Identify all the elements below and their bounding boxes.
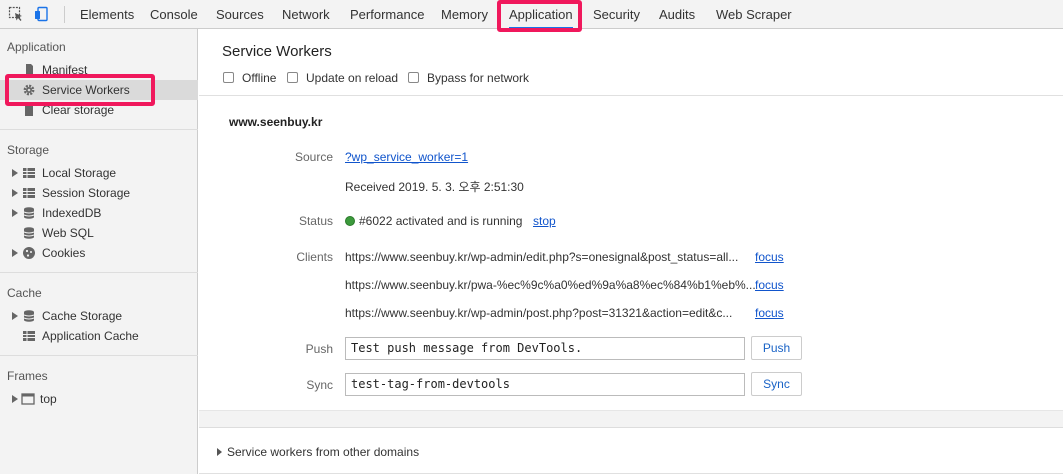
expand-arrow-icon[interactable] <box>12 249 18 257</box>
sidebar-item-web-sql[interactable]: Web SQL <box>0 223 198 243</box>
sidebar-item-service-workers[interactable]: Service Workers <box>0 80 198 100</box>
sidebar-item-session-storage[interactable]: Session Storage <box>0 183 198 203</box>
service-workers-panel: Service Workers Offline Update on reload… <box>199 29 1063 474</box>
section-title-frames: Frames <box>7 369 48 383</box>
checkbox-icon[interactable] <box>287 72 298 83</box>
sidebar-item-cache-storage[interactable]: Cache Storage <box>0 306 198 326</box>
tab-network[interactable]: Network <box>282 0 330 29</box>
checkbox-label: Update on reload <box>306 71 399 85</box>
other-domains-toggle[interactable]: Service workers from other domains <box>217 445 419 459</box>
divider <box>199 95 1063 96</box>
section-divider <box>0 355 198 356</box>
expand-arrow-icon[interactable] <box>217 448 222 456</box>
offline-checkbox[interactable]: Offline <box>223 71 276 85</box>
cookie-icon <box>22 246 36 260</box>
status-running-icon <box>345 216 355 226</box>
client-url: https://www.seenbuy.kr/pwa-%ec%9c%a0%ed%… <box>345 278 756 292</box>
sidebar-item-cookies[interactable]: Cookies <box>0 243 198 263</box>
tab-audits[interactable]: Audits <box>659 0 695 29</box>
file-icon <box>22 63 36 77</box>
page-title: Service Workers <box>222 43 332 60</box>
sidebar-item-label: IndexedDB <box>42 206 102 220</box>
worker-domain: www.seenbuy.kr <box>229 115 323 129</box>
sidebar-item-local-storage[interactable]: Local Storage <box>0 163 198 183</box>
sidebar-item-label: Cookies <box>42 246 86 260</box>
inspect-element-icon[interactable] <box>8 6 24 22</box>
bypass-for-network-checkbox[interactable]: Bypass for network <box>408 71 529 85</box>
sidebar-item-clear-storage[interactable]: Clear storage <box>0 100 198 120</box>
sidebar-item-label: Cache Storage <box>42 309 123 323</box>
status-value: #6022 activated and is running <box>345 214 522 228</box>
device-toolbar-icon[interactable] <box>34 6 50 22</box>
status-label: Status <box>298 214 333 228</box>
sidebar-item-label: Manifest <box>42 63 88 77</box>
grid-icon <box>22 166 36 180</box>
expand-arrow-icon[interactable] <box>12 209 18 217</box>
toolbar-separator <box>64 6 65 23</box>
sync-label: Sync <box>306 378 333 392</box>
focus-link[interactable]: focus <box>755 250 784 264</box>
sidebar-item-label: Session Storage <box>42 186 131 200</box>
checkbox-icon[interactable] <box>223 72 234 83</box>
other-domains-label: Service workers from other domains <box>227 445 420 459</box>
expand-arrow-icon[interactable] <box>12 395 18 403</box>
section-title-storage: Storage <box>7 143 50 157</box>
section-title-application: Application <box>7 40 66 54</box>
stop-link[interactable]: stop <box>533 214 556 228</box>
received-timestamp: Received 2019. 5. 3. 오후 2:51:30 <box>345 180 524 194</box>
checkbox-label: Bypass for network <box>427 71 530 85</box>
push-button[interactable]: Push <box>751 336 802 360</box>
client-url: https://www.seenbuy.kr/wp-admin/post.php… <box>345 306 733 320</box>
sync-button[interactable]: Sync <box>751 372 802 396</box>
update-on-reload-checkbox[interactable]: Update on reload <box>287 71 398 85</box>
database-icon <box>22 226 36 240</box>
push-label: Push <box>305 342 333 356</box>
sidebar-item-frame-top[interactable]: top <box>0 389 198 409</box>
tab-security[interactable]: Security <box>593 0 640 29</box>
expand-arrow-icon[interactable] <box>12 189 18 197</box>
sidebar-item-label: top <box>40 392 57 406</box>
client-url: https://www.seenbuy.kr/wp-admin/edit.php… <box>345 250 739 264</box>
clients-label: Clients <box>296 250 333 264</box>
devtools-toolbar: Elements Console Sources Network Perform… <box>0 0 1063 29</box>
sidebar-item-label: Application Cache <box>42 329 139 343</box>
grid-icon <box>22 329 36 343</box>
focus-link[interactable]: focus <box>755 278 784 292</box>
database-icon <box>22 206 36 220</box>
sync-input[interactable]: test-tag-from-devtools <box>345 373 745 396</box>
focus-link[interactable]: focus <box>755 306 784 320</box>
sidebar-item-manifest[interactable]: Manifest <box>0 60 198 80</box>
source-link[interactable]: ?wp_service_worker=1 <box>345 150 468 164</box>
section-separator <box>199 410 1063 428</box>
grid-icon <box>22 186 36 200</box>
sidebar-item-label: Web SQL <box>42 226 94 240</box>
section-title-cache: Cache <box>7 286 42 300</box>
sidebar-item-indexeddb[interactable]: IndexedDB <box>0 203 198 223</box>
tab-sources[interactable]: Sources <box>216 0 264 29</box>
tab-performance[interactable]: Performance <box>350 0 424 29</box>
source-label: Source <box>294 150 333 164</box>
sidebar-item-label: Service Workers <box>42 83 130 97</box>
tab-web-scraper[interactable]: Web Scraper <box>716 0 792 29</box>
tab-elements[interactable]: Elements <box>80 0 134 29</box>
checkbox-icon[interactable] <box>408 72 419 83</box>
sidebar-item-application-cache[interactable]: Application Cache <box>0 326 198 346</box>
section-divider <box>0 129 198 130</box>
section-divider <box>0 272 198 273</box>
tab-memory[interactable]: Memory <box>441 0 488 29</box>
application-sidebar: Application Manifest Service Workers Cle… <box>0 29 198 474</box>
expand-arrow-icon[interactable] <box>12 312 18 320</box>
expand-arrow-icon[interactable] <box>12 169 18 177</box>
tab-application[interactable]: Application <box>509 0 573 29</box>
gear-icon <box>22 83 36 97</box>
sidebar-item-label: Clear storage <box>42 103 115 117</box>
tab-console[interactable]: Console <box>150 0 198 29</box>
sidebar-item-label: Local Storage <box>42 166 117 180</box>
status-text: #6022 activated and is running <box>359 214 523 228</box>
frame-icon <box>21 392 35 406</box>
push-input[interactable]: Test push message from DevTools. <box>345 337 745 360</box>
trash-icon <box>22 103 36 117</box>
checkbox-label: Offline <box>242 71 277 85</box>
database-icon <box>22 309 36 323</box>
